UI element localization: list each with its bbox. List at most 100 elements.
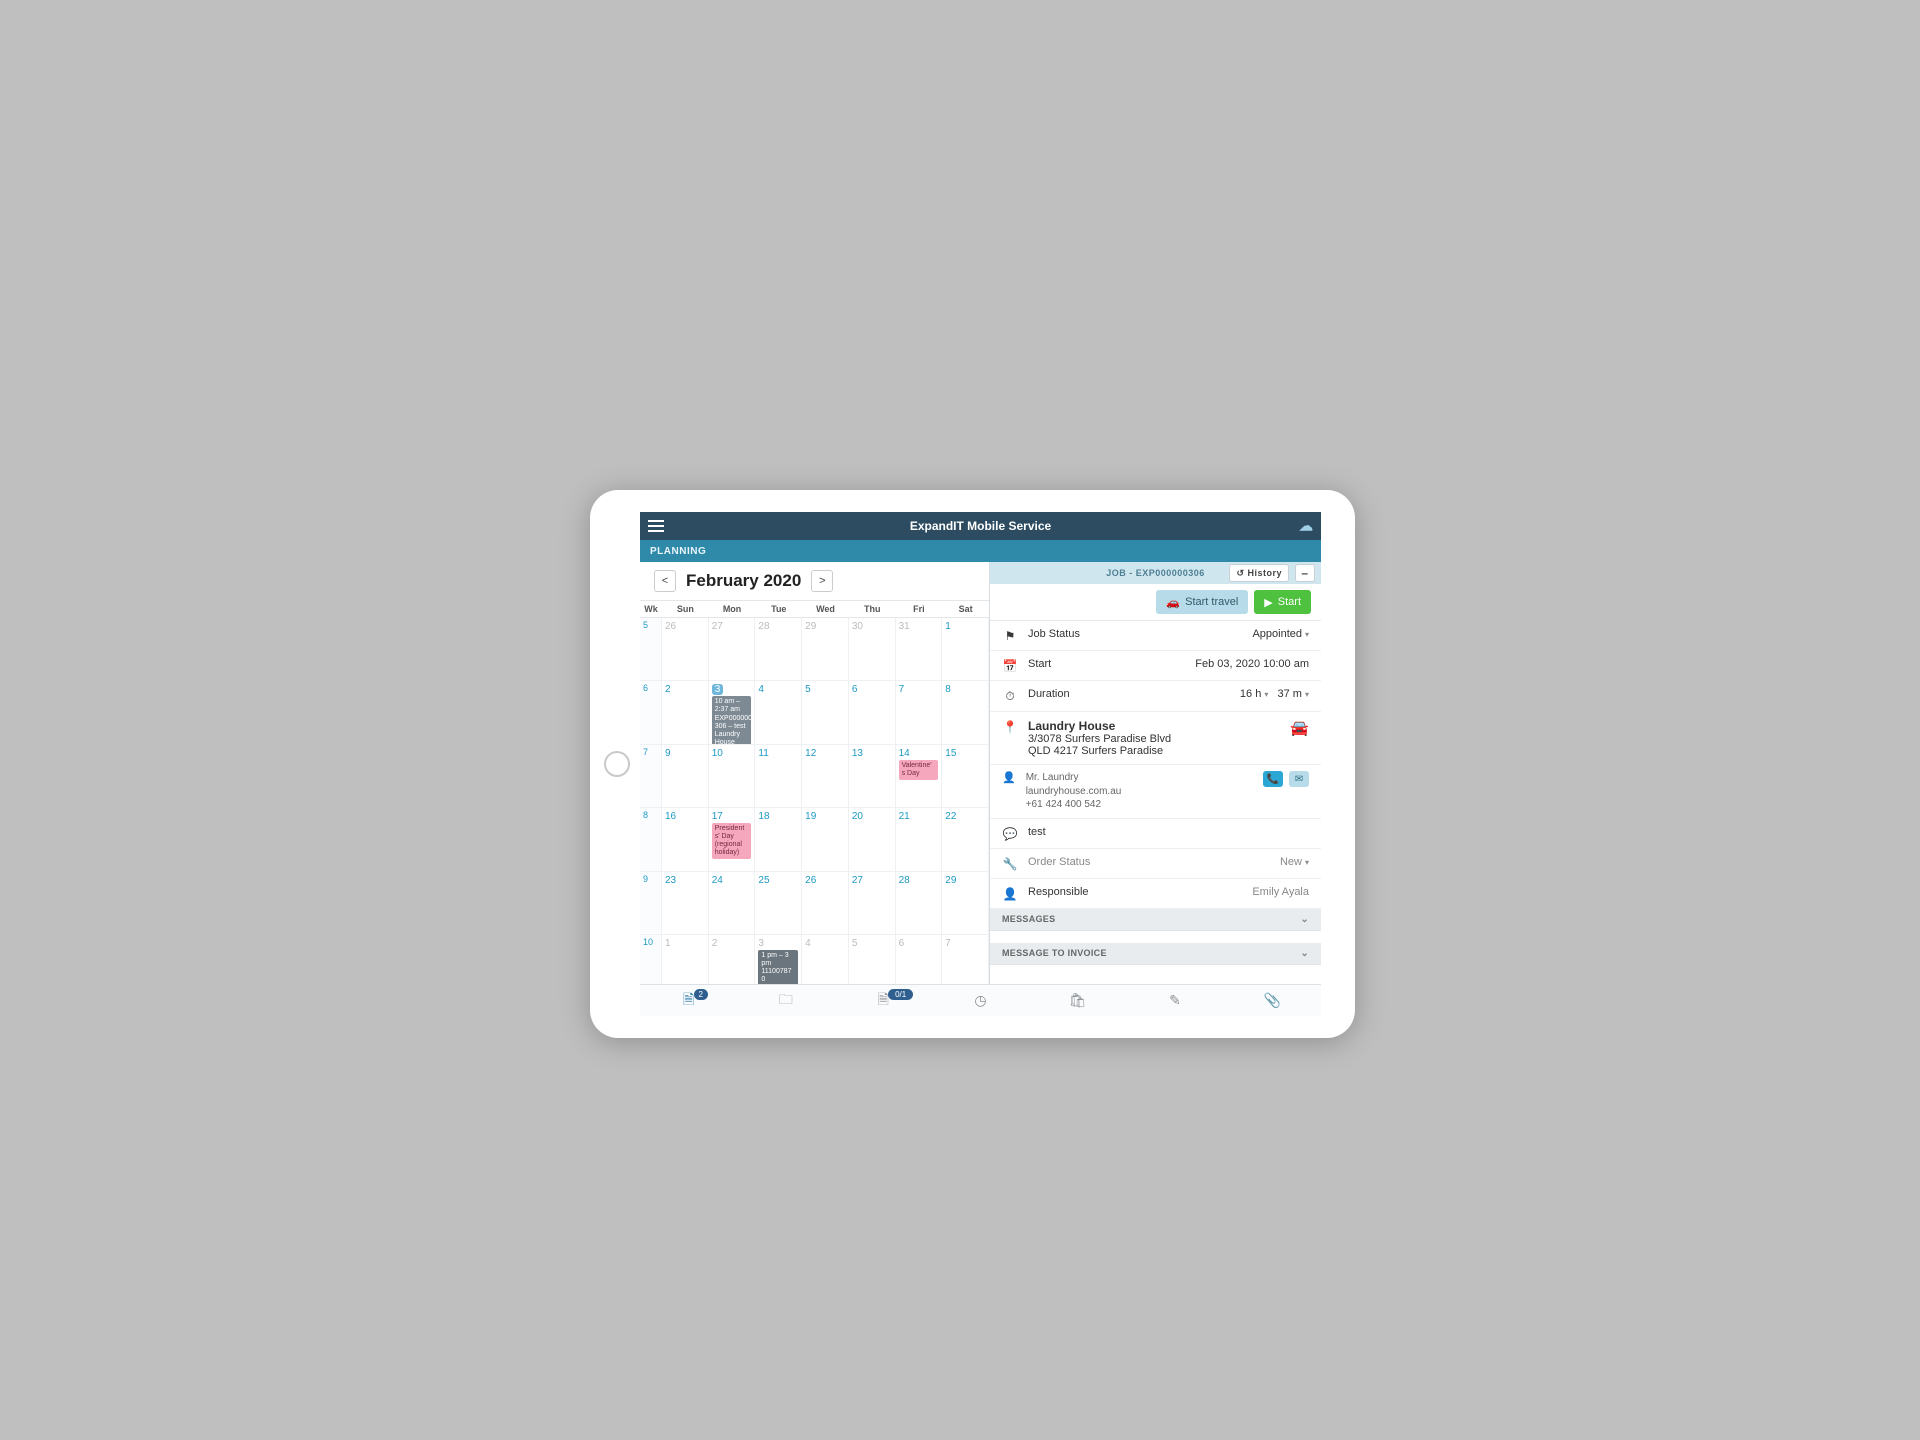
calendar-cell[interactable]: 31 pm – 3pm111007870(Unknown) — [755, 935, 802, 984]
address-row[interactable]: 📍 Laundry House 3/3078 Surfers Paradise … — [990, 712, 1321, 765]
calendar-cell[interactable]: 4 — [802, 935, 849, 984]
address-line1: 3/3078 Surfers Paradise Blvd — [1028, 733, 1171, 745]
tab-attach[interactable]: 📎 — [1224, 985, 1321, 1016]
date-number: 4 — [805, 938, 811, 949]
date-number: 29 — [805, 621, 816, 632]
subheader: PLANNING — [640, 540, 1321, 562]
calendar-cell[interactable]: 4 — [755, 681, 802, 743]
order-status-value: New — [1280, 856, 1302, 868]
invoice-message-section[interactable]: MESSAGE TO INVOICE ⌄ — [990, 943, 1321, 965]
date-number: 2 — [712, 938, 718, 949]
tab-sign[interactable]: ✎ — [1126, 985, 1223, 1016]
calendar-cell[interactable]: 31 — [896, 618, 943, 680]
date-number: 27 — [852, 875, 863, 886]
job-status-row[interactable]: ⚑ Job Status Appointed▾ — [990, 621, 1321, 651]
date-number: 19 — [805, 811, 816, 822]
calendar-cell[interactable]: 23 — [662, 872, 709, 934]
calendar-cell[interactable]: 7 — [896, 681, 943, 743]
tab-tasks[interactable]: 🗎 0/1 — [835, 985, 932, 1016]
calendar-cell[interactable]: 28 — [896, 872, 943, 934]
calendar-cell[interactable]: 8 — [942, 681, 989, 743]
calendar-cell[interactable]: 15 — [942, 745, 989, 807]
start-row[interactable]: 📅 Start Feb 03, 2020 10:00 am — [990, 651, 1321, 681]
calendar-body: 5262728293031162310 am –2:37 amEXP000000… — [640, 618, 989, 984]
call-button[interactable]: 📞 — [1263, 771, 1283, 787]
calendar-cell[interactable]: 9 — [662, 745, 709, 807]
calendar-cell[interactable]: 27 — [709, 618, 756, 680]
app-title: ExpandIT Mobile Service — [910, 519, 1051, 533]
note-row[interactable]: 💬 test — [990, 819, 1321, 849]
calendar-row: 81617Presidents' Day(regionalholiday)181… — [640, 808, 989, 871]
calendar-cell[interactable]: 29 — [942, 872, 989, 934]
calendar-cell[interactable]: 17Presidents' Day(regionalholiday) — [709, 808, 756, 870]
calendar-cell[interactable]: 1 — [942, 618, 989, 680]
date-number: 28 — [899, 875, 910, 886]
calendar-cell[interactable]: 13 — [849, 745, 896, 807]
messages-section[interactable]: MESSAGES ⌄ — [990, 909, 1321, 931]
caret-icon: ▾ — [1305, 630, 1309, 639]
order-status-row[interactable]: 🔧 Order Status New▾ — [990, 849, 1321, 879]
date-number: 3 — [758, 938, 764, 949]
order-status-label: Order Status — [1028, 856, 1118, 868]
calendar-cell[interactable]: 5 — [802, 681, 849, 743]
calendar-cell[interactable]: 6 — [849, 681, 896, 743]
tab-badge: 2 — [694, 989, 708, 1000]
duration-row[interactable]: ⏱ Duration 16 h▾ 37 m▾ — [990, 681, 1321, 712]
calendar-cell[interactable]: 27 — [849, 872, 896, 934]
calendar-cell[interactable]: 12 — [802, 745, 849, 807]
calendar-cell[interactable]: 28 — [755, 618, 802, 680]
calendar-cell[interactable]: 26 — [662, 618, 709, 680]
date-number: 25 — [758, 875, 769, 886]
address-line2: QLD 4217 Surfers Paradise — [1028, 745, 1163, 757]
calendar-cell[interactable]: 21 — [896, 808, 943, 870]
start-travel-button[interactable]: 🚗 Start travel — [1156, 590, 1248, 614]
next-month-button[interactable]: > — [811, 570, 833, 592]
prev-month-button[interactable]: < — [654, 570, 676, 592]
calendar-cell[interactable]: 20 — [849, 808, 896, 870]
start-travel-label: Start travel — [1185, 596, 1238, 608]
start-button[interactable]: ▶ Start — [1254, 590, 1311, 614]
calendar-cell[interactable]: 25 — [755, 872, 802, 934]
menu-icon[interactable] — [648, 520, 664, 532]
home-button[interactable] — [604, 751, 630, 777]
calendar-cell[interactable]: 22 — [942, 808, 989, 870]
message-button[interactable]: ✉ — [1289, 771, 1309, 787]
calendar-event[interactable]: 10 am –2:37 amEXP000000306 – testLaundry… — [712, 696, 752, 743]
sync-icon[interactable]: ☁ — [1299, 518, 1313, 535]
calendar-cell[interactable]: 30 — [849, 618, 896, 680]
calendar-cell[interactable]: 310 am –2:37 amEXP000000306 – testLaundr… — [709, 681, 756, 743]
calendar-cell[interactable]: 7 — [942, 935, 989, 984]
calendar-cell[interactable]: 2 — [662, 681, 709, 743]
calendar-cell[interactable]: 11 — [755, 745, 802, 807]
calendar-header: Wk Sun Mon Tue Wed Thu Fri Sat — [640, 600, 989, 618]
tab-jobs[interactable]: 🗎 2 — [640, 985, 737, 1016]
paperclip-icon: 📎 — [1264, 992, 1281, 1009]
calendar-cell[interactable]: 16 — [662, 808, 709, 870]
calendar-cell[interactable]: 24 — [709, 872, 756, 934]
contact-row: 👤 Mr. Laundry laundryhouse.com.au +61 42… — [990, 765, 1321, 819]
calendar-cell[interactable]: 18 — [755, 808, 802, 870]
calendar-cell[interactable]: 29 — [802, 618, 849, 680]
navigate-icon[interactable]: 🚘 — [1290, 719, 1309, 737]
calendar-event[interactable]: 1 pm – 3pm111007870(Unknown) — [758, 950, 798, 984]
history-button[interactable]: ↺ History — [1229, 564, 1289, 582]
calendar-cell[interactable]: 10 — [709, 745, 756, 807]
calendar-cell[interactable]: 19 — [802, 808, 849, 870]
tab-parts[interactable]: 🛍 — [1029, 985, 1126, 1016]
job-panel: JOB - EXP000000306 ↺ History – 🚗 Start t… — [990, 562, 1321, 984]
calendar-cell[interactable]: 2 — [709, 935, 756, 984]
tab-time[interactable]: ◷ — [932, 985, 1029, 1016]
date-number: 1 — [665, 938, 671, 949]
chat-icon: 💬 — [1002, 827, 1018, 841]
responsible-row[interactable]: 👤 Responsible Emily Ayala — [990, 879, 1321, 909]
collapse-button[interactable]: – — [1295, 564, 1315, 582]
date-number: 12 — [805, 748, 816, 759]
calendar-cell[interactable]: 26 — [802, 872, 849, 934]
tab-folder[interactable]: 🗀 — [737, 985, 834, 1016]
calendar-cell[interactable]: 6 — [896, 935, 943, 984]
calendar-event[interactable]: Presidents' Day(regionalholiday) — [712, 823, 752, 859]
calendar-cell[interactable]: 14Valentine's Day — [896, 745, 943, 807]
calendar-cell[interactable]: 1 — [662, 935, 709, 984]
calendar-cell[interactable]: 5 — [849, 935, 896, 984]
calendar-event[interactable]: Valentine's Day — [899, 760, 939, 780]
